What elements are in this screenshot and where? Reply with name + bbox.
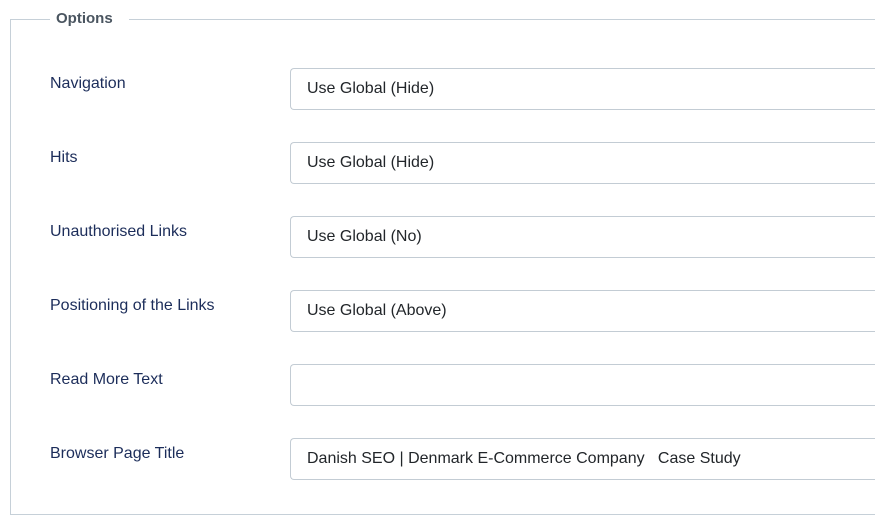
positioning-links-select[interactable]: Use Global (Above) [290,290,875,332]
read-more-text-label: Read More Text [50,371,163,388]
browser-page-title-label: Browser Page Title [50,445,185,462]
navigation-label: Navigation [50,75,126,92]
unauthorised-links-select[interactable]: Use Global (No) [290,216,875,258]
options-legend: Options [50,9,129,29]
hits-row: Hits Use Global (Hide) [0,142,875,184]
positioning-links-row: Positioning of the Links Use Global (Abo… [0,290,875,332]
hits-select[interactable]: Use Global (Hide) [290,142,875,184]
navigation-row: Navigation Use Global (Hide) [0,68,875,110]
hits-label: Hits [50,149,78,166]
browser-page-title-input[interactable]: Danish SEO | Denmark E-Commerce Company … [290,438,875,480]
read-more-text-input[interactable] [290,364,875,406]
read-more-text-row: Read More Text [0,364,875,406]
positioning-links-label: Positioning of the Links [50,297,215,314]
unauthorised-links-row: Unauthorised Links Use Global (No) [0,216,875,258]
unauthorised-links-label: Unauthorised Links [50,223,187,240]
browser-page-title-row: Browser Page Title Danish SEO | Denmark … [0,438,875,480]
navigation-select[interactable]: Use Global (Hide) [290,68,875,110]
